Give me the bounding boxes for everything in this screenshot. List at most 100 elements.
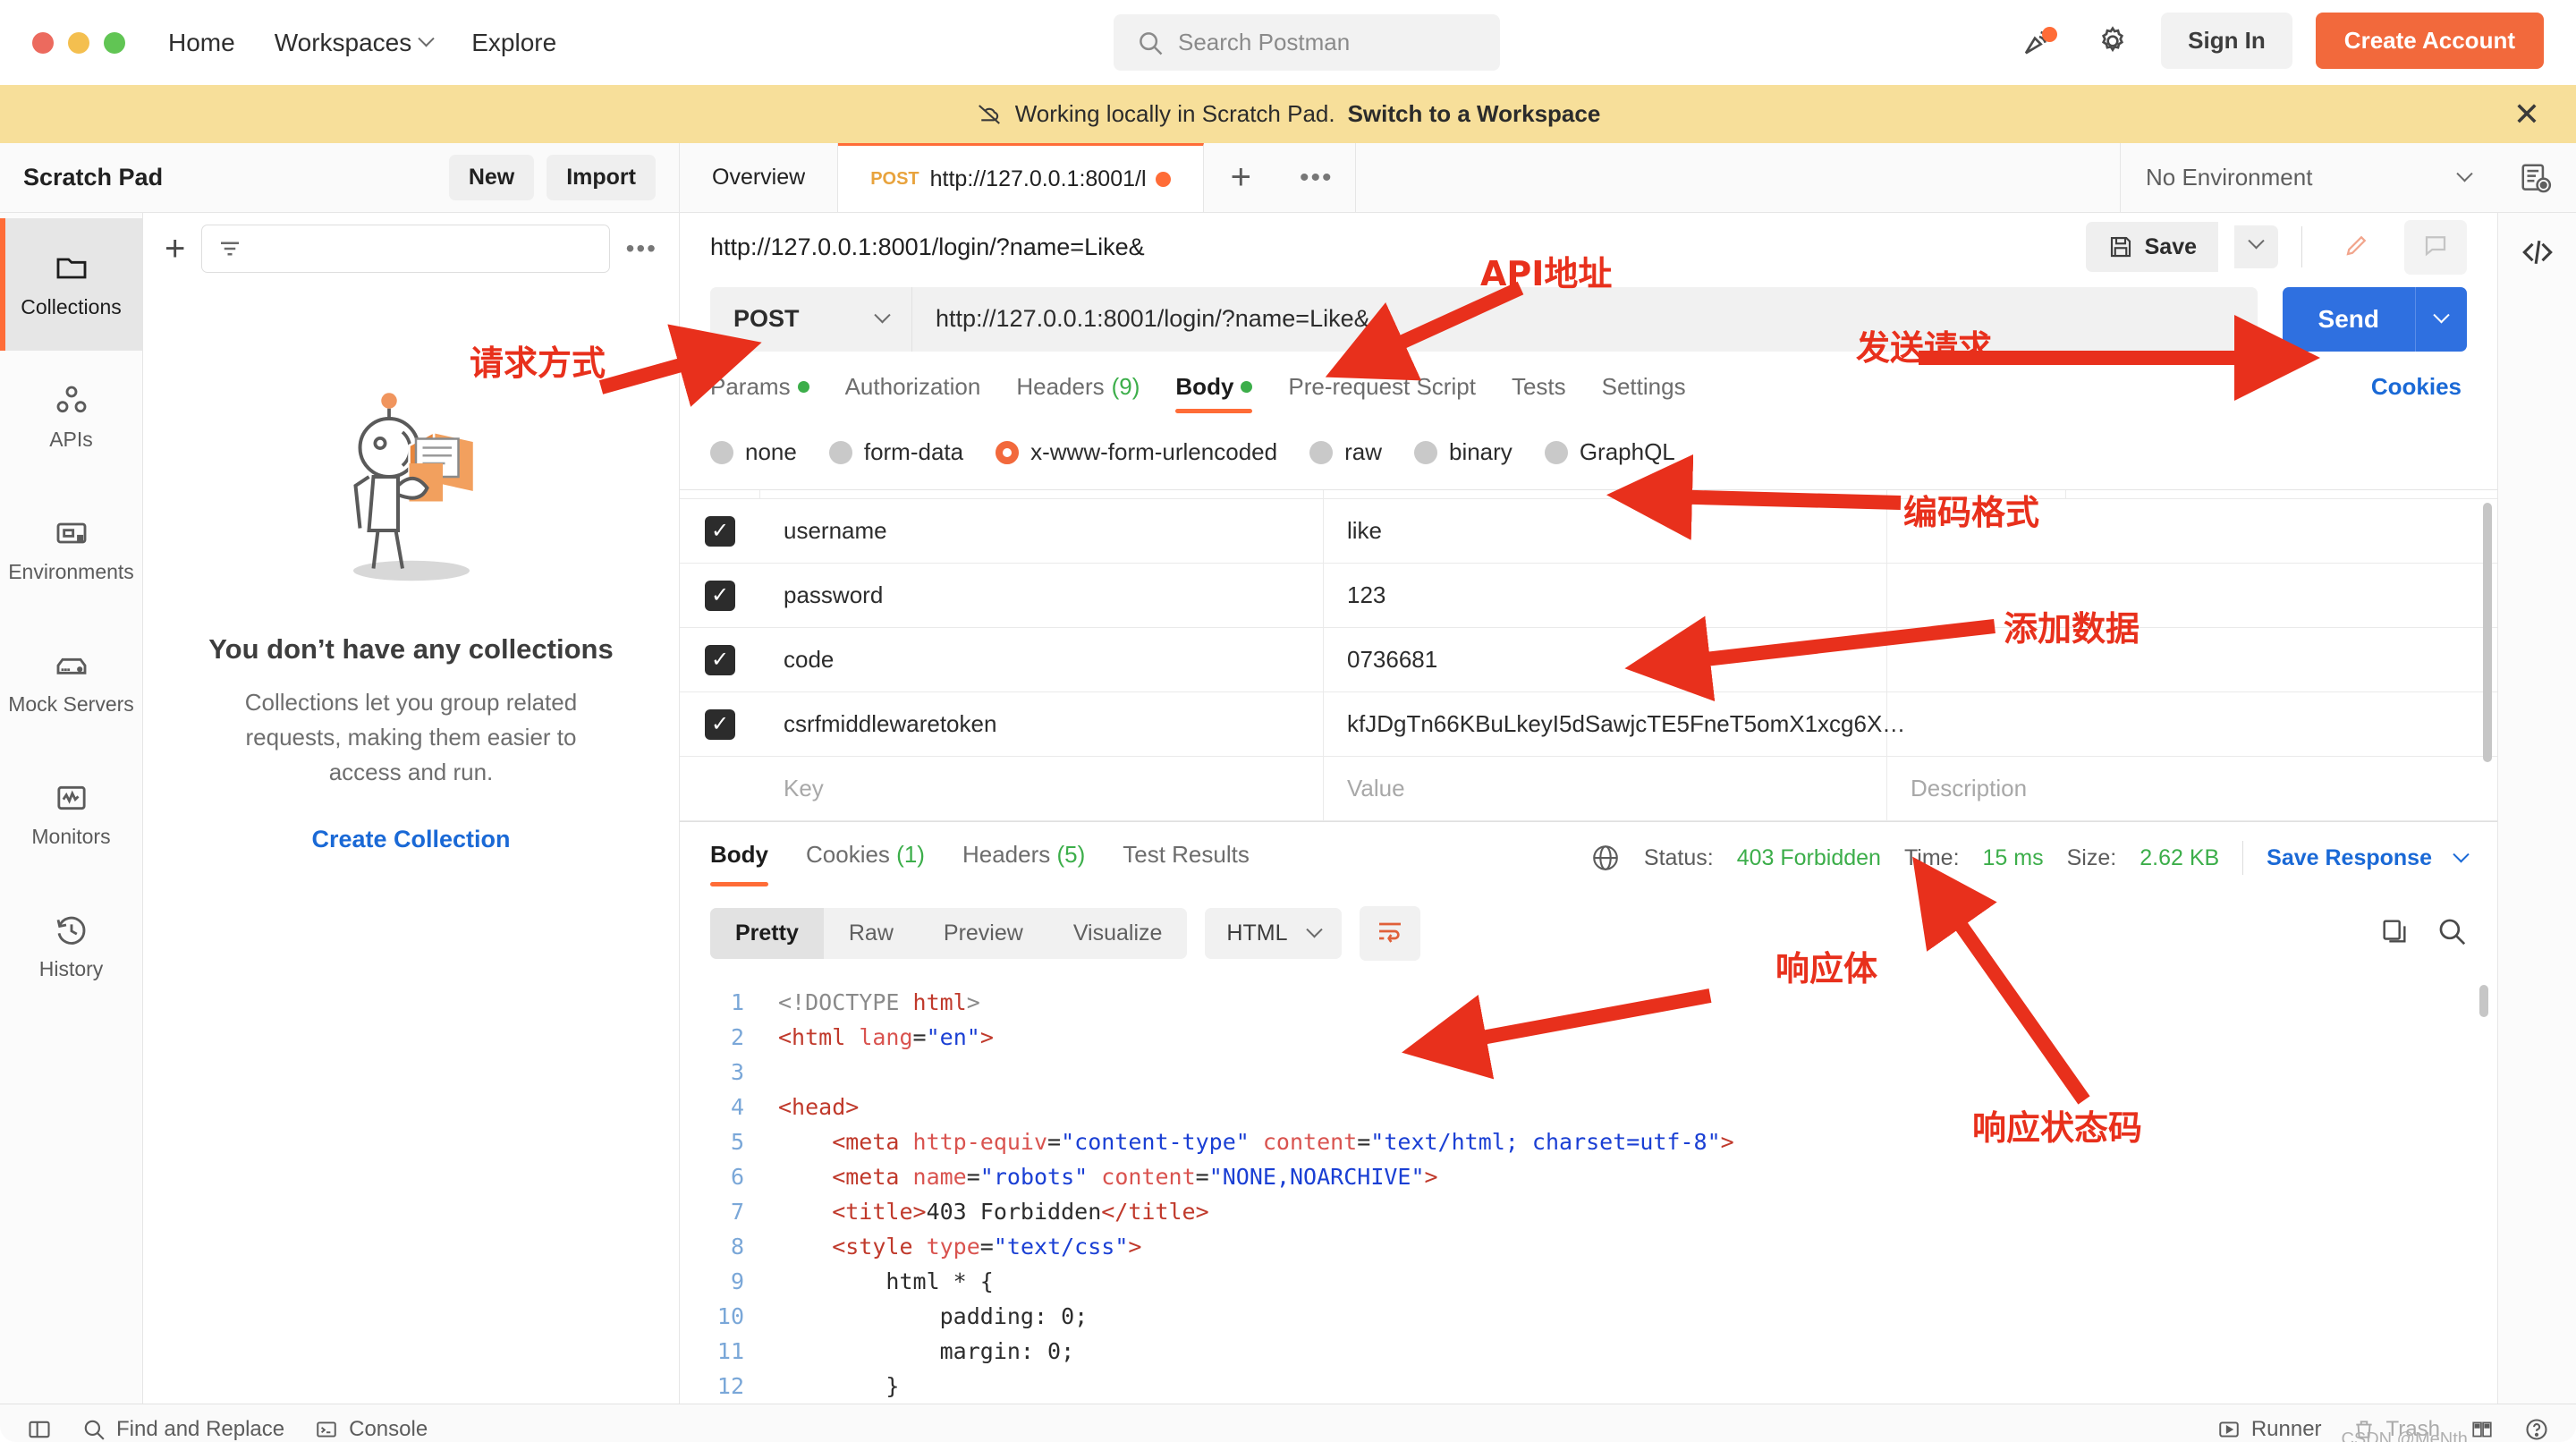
tab-overview[interactable]: Overview: [680, 143, 839, 212]
tab-params[interactable]: Params: [710, 373, 809, 413]
sidebar-item-collections[interactable]: Collections: [0, 218, 142, 351]
response-tab-body[interactable]: Body: [710, 841, 768, 886]
create-collection-link[interactable]: Create Collection: [311, 826, 510, 853]
tab-options-button[interactable]: •••: [1278, 143, 1356, 212]
row-value[interactable]: kfJDgTn66KBuLkeyI5dSawjcTE5FneT5omX1xcg6…: [1324, 692, 1905, 756]
edit-request-button[interactable]: [2326, 219, 2388, 275]
wrap-lines-button[interactable]: [1360, 905, 1421, 961]
sidebar-item-history[interactable]: History: [0, 880, 142, 1013]
send-options-button[interactable]: [2415, 286, 2467, 352]
response-code-viewer[interactable]: 1 2 3 4 5 6 7 8 9 10 11 12 <!DOCTYPE html> <html lan…: [680, 972, 2497, 1404]
body-type-urlencoded[interactable]: x-www-form-urlencoded: [996, 438, 1277, 466]
view-mode-raw[interactable]: Raw: [824, 908, 919, 959]
row-key[interactable]: code: [760, 628, 1324, 691]
collections-filter-input[interactable]: [201, 225, 610, 273]
chevron-down-icon[interactable]: [2453, 845, 2470, 862]
row-checkbox[interactable]: ✓: [705, 580, 735, 611]
row-key[interactable]: username: [760, 499, 1324, 563]
row-value[interactable]: like: [1324, 499, 1887, 563]
toggle-sidebar-button[interactable]: [27, 1417, 52, 1442]
body-type-form-data[interactable]: form-data: [828, 438, 963, 466]
response-code-body[interactable]: <!DOCTYPE html> <html lang="en"> <head> <…: [760, 972, 2497, 1404]
row-description[interactable]: [1887, 628, 2497, 691]
sign-in-button[interactable]: Sign In: [2161, 13, 2292, 69]
new-tab-button[interactable]: +: [1204, 143, 1278, 212]
response-tab-cookies[interactable]: Cookies (1): [806, 841, 925, 876]
body-type-binary[interactable]: binary: [1413, 438, 1513, 466]
tab-settings[interactable]: Settings: [1602, 373, 1686, 413]
copy-button[interactable]: [2379, 916, 2410, 951]
tab-tests[interactable]: Tests: [1512, 373, 1566, 413]
runner-button[interactable]: Runner: [2217, 1417, 2322, 1442]
body-type-raw[interactable]: raw: [1309, 438, 1382, 466]
row-checkbox[interactable]: ✓: [705, 708, 735, 740]
view-mode-preview[interactable]: Preview: [919, 908, 1048, 959]
search-input[interactable]: Search Postman: [1114, 14, 1500, 71]
sidebar-item-mock-servers[interactable]: Mock Servers: [0, 615, 142, 748]
http-method-select[interactable]: POST: [710, 286, 911, 352]
save-response-button[interactable]: Save Response: [2267, 845, 2432, 871]
tab-request[interactable]: POST http://127.0.0.1:8001/l: [838, 143, 1204, 212]
add-collection-button[interactable]: +: [165, 229, 185, 269]
switch-workspace-link[interactable]: Switch to a Workspace: [1348, 100, 1601, 128]
response-format-select[interactable]: HTML: [1205, 907, 1343, 959]
search-response-button[interactable]: [2436, 916, 2467, 951]
new-row-description[interactable]: Description: [1887, 757, 2497, 820]
cookies-link[interactable]: Cookies: [2371, 373, 2462, 401]
row-description[interactable]: [1887, 692, 2497, 756]
view-mode-pretty[interactable]: Pretty: [710, 907, 824, 959]
row-value[interactable]: 0736681: [1324, 628, 1887, 691]
help-button[interactable]: [2524, 1417, 2549, 1442]
table-row[interactable]: ✓ code 0736681: [680, 628, 2497, 692]
sidebar-item-monitors[interactable]: Monitors: [0, 748, 142, 880]
row-description[interactable]: [1887, 564, 2497, 627]
sidebar-item-apis[interactable]: APIs: [0, 351, 142, 483]
comment-button[interactable]: [2404, 219, 2467, 275]
response-tab-test-results[interactable]: Test Results: [1123, 841, 1250, 876]
maximize-window-button[interactable]: [104, 31, 125, 54]
table-row-new[interactable]: Key Value Description: [680, 757, 2497, 821]
collections-options-button[interactable]: •••: [626, 234, 657, 263]
code-snippet-button[interactable]: [2518, 233, 2557, 276]
tab-body[interactable]: Body: [1175, 373, 1253, 413]
row-checkbox[interactable]: ✓: [705, 515, 735, 547]
table-row[interactable]: ✓ csrfmiddlewaretoken kfJDgTn66KBuLkeyI5…: [680, 692, 2497, 757]
new-row-key[interactable]: Key: [760, 757, 1324, 820]
tab-headers[interactable]: Headers (9): [1016, 373, 1140, 413]
response-tab-headers[interactable]: Headers (5): [962, 841, 1085, 876]
table-row[interactable]: ✓ username like: [680, 499, 2497, 564]
close-banner-button[interactable]: ✕: [2513, 98, 2540, 131]
environment-quick-look-button[interactable]: [2496, 143, 2576, 212]
view-mode-visualize[interactable]: Visualize: [1048, 908, 1188, 959]
row-checkbox[interactable]: ✓: [705, 644, 735, 675]
code-scrollbar[interactable]: [2479, 985, 2488, 1017]
body-type-none[interactable]: none: [710, 438, 797, 466]
nav-item-workspaces[interactable]: Workspaces: [275, 29, 435, 57]
tab-authorization[interactable]: Authorization: [845, 373, 981, 413]
row-key[interactable]: password: [760, 564, 1324, 627]
table-scrollbar[interactable]: [2483, 503, 2492, 762]
save-button[interactable]: Save: [2085, 222, 2218, 273]
body-type-graphql[interactable]: GraphQL: [1544, 438, 1675, 466]
settings-button[interactable]: [2088, 16, 2138, 66]
invite-button[interactable]: [2014, 16, 2064, 66]
new-button[interactable]: New: [448, 155, 535, 200]
nav-item-explore[interactable]: Explore: [471, 29, 556, 57]
import-button[interactable]: Import: [547, 155, 656, 200]
send-button[interactable]: Send: [2282, 286, 2467, 352]
url-input[interactable]: http://127.0.0.1:8001/login/?name=Like&: [911, 286, 2258, 352]
minimize-window-button[interactable]: [68, 31, 89, 54]
tab-pre-request-script[interactable]: Pre-request Script: [1288, 373, 1476, 413]
find-and-replace-button[interactable]: Find and Replace: [82, 1417, 284, 1442]
environment-selector[interactable]: No Environment: [2120, 143, 2496, 212]
console-button[interactable]: Console: [315, 1417, 428, 1442]
table-row[interactable]: ✓ password 123: [680, 564, 2497, 628]
sidebar-item-environments[interactable]: Environments: [0, 483, 142, 615]
new-row-value[interactable]: Value: [1324, 757, 1887, 820]
close-window-button[interactable]: [32, 31, 54, 54]
row-description[interactable]: [1887, 499, 2497, 563]
create-account-button[interactable]: Create Account: [2315, 13, 2544, 69]
nav-item-home[interactable]: Home: [168, 29, 235, 57]
row-key[interactable]: csrfmiddlewaretoken: [760, 692, 1324, 756]
row-value[interactable]: 123: [1324, 564, 1887, 627]
